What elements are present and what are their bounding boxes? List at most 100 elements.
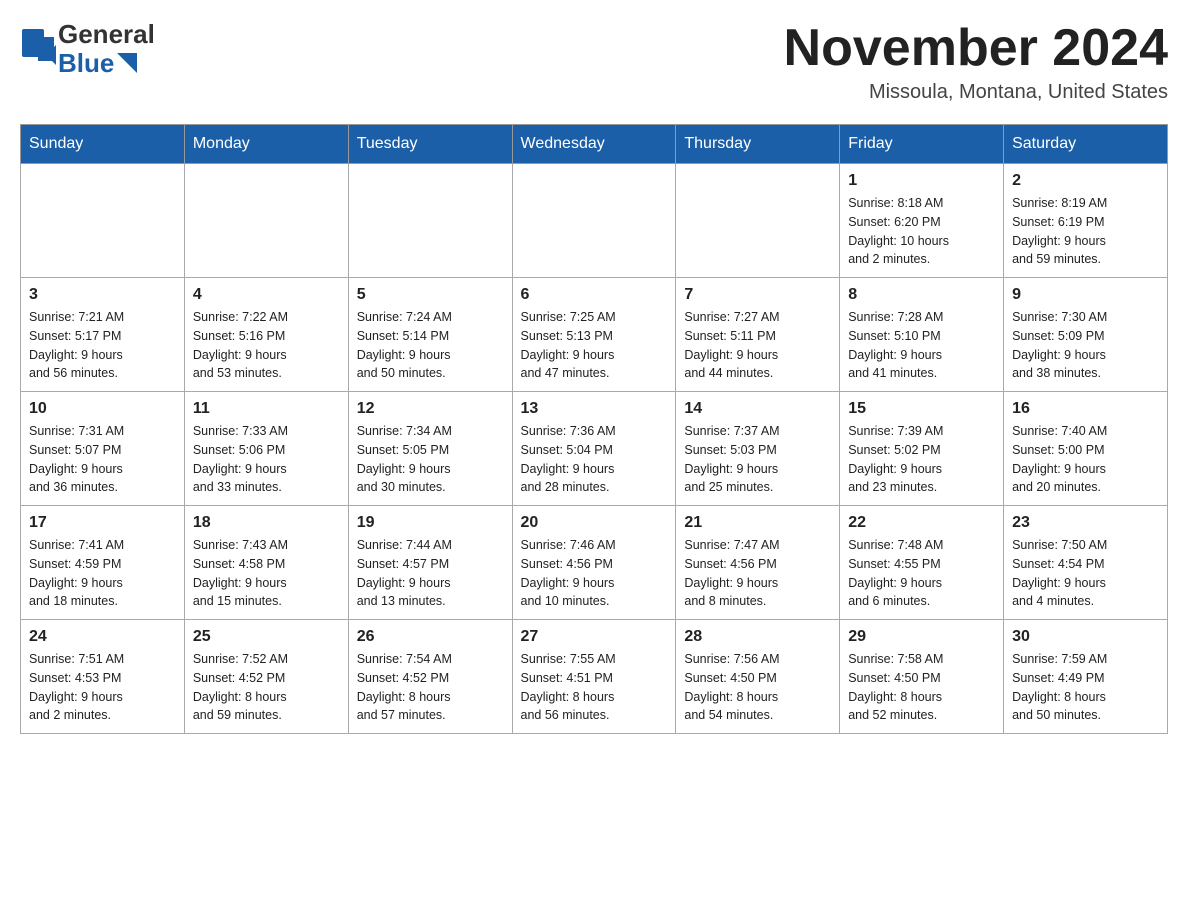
calendar-cell: 19Sunrise: 7:44 AM Sunset: 4:57 PM Dayli…: [348, 506, 512, 620]
calendar-cell: [184, 164, 348, 278]
day-info: Sunrise: 7:24 AM Sunset: 5:14 PM Dayligh…: [357, 308, 504, 383]
day-number: 6: [521, 286, 668, 304]
calendar-cell: 6Sunrise: 7:25 AM Sunset: 5:13 PM Daylig…: [512, 278, 676, 392]
calendar-cell: 1Sunrise: 8:18 AM Sunset: 6:20 PM Daylig…: [840, 164, 1004, 278]
day-info: Sunrise: 7:48 AM Sunset: 4:55 PM Dayligh…: [848, 536, 995, 611]
weekday-header-sunday: Sunday: [21, 125, 185, 164]
day-number: 18: [193, 514, 340, 532]
day-number: 10: [29, 400, 176, 418]
calendar-cell: 2 Sunrise: 8:19 AM Sunset: 6:19 PM Daylig…: [1004, 164, 1168, 278]
calendar-week-row: 10 Sunrise: 7:31 AM Sunset: 5:07 PM Dayli…: [21, 392, 1168, 506]
calendar-week-row: 3Sunrise: 7:21 AM Sunset: 5:17 PM Daylig…: [21, 278, 1168, 392]
weekday-header-tuesday: Tuesday: [348, 125, 512, 164]
day-info: Sunrise: 7:21 AM Sunset: 5:17 PM Dayligh…: [29, 308, 176, 383]
calendar-cell: 5 Sunrise: 7:24 AM Sunset: 5:14 PM Daylig…: [348, 278, 512, 392]
calendar-cell: 22 Sunrise: 7:48 AM Sunset: 4:55 PM Dayli…: [840, 506, 1004, 620]
day-number: 25: [193, 628, 340, 646]
day-info: Sunrise: 7:44 AM Sunset: 4:57 PM Dayligh…: [357, 536, 504, 611]
calendar-cell: 4Sunrise: 7:22 AM Sunset: 5:16 PM Daylig…: [184, 278, 348, 392]
calendar-cell: [21, 164, 185, 278]
weekday-header-monday: Monday: [184, 125, 348, 164]
calendar-cell: 18 Sunrise: 7:43 AM Sunset: 4:58 PM Dayli…: [184, 506, 348, 620]
day-info: Sunrise: 7:54 AM Sunset: 4:52 PM Dayligh…: [357, 650, 504, 725]
day-info: Sunrise: 7:56 AM Sunset: 4:50 PM Dayligh…: [684, 650, 831, 725]
logo-icon: [20, 27, 56, 71]
day-number: 7: [684, 286, 831, 304]
day-info: Sunrise: 7:36 AM Sunset: 5:04 PM Dayligh…: [521, 422, 668, 497]
day-number: 28: [684, 628, 831, 646]
day-info: Sunrise: 7:46 AM Sunset: 4:56 PM Dayligh…: [521, 536, 668, 611]
weekday-header-saturday: Saturday: [1004, 125, 1168, 164]
day-number: 5: [357, 286, 504, 304]
calendar-cell: [676, 164, 840, 278]
day-number: 16: [1012, 400, 1159, 418]
weekday-header-thursday: Thursday: [676, 125, 840, 164]
day-info: Sunrise: 7:43 AM Sunset: 4:58 PM Dayligh…: [193, 536, 340, 611]
logo-arrow-icon: [117, 53, 137, 73]
logo: General Blue: [20, 20, 155, 77]
weekday-header-friday: Friday: [840, 125, 1004, 164]
calendar-table: SundayMondayTuesdayWednesdayThursdayFrid…: [20, 124, 1168, 734]
calendar-cell: 8Sunrise: 7:28 AM Sunset: 5:10 PM Daylig…: [840, 278, 1004, 392]
calendar-cell: 10 Sunrise: 7:31 AM Sunset: 5:07 PM Dayli…: [21, 392, 185, 506]
calendar-cell: 26 Sunrise: 7:54 AM Sunset: 4:52 PM Dayli…: [348, 620, 512, 734]
day-info: Sunrise: 7:31 AM Sunset: 5:07 PM Dayligh…: [29, 422, 176, 497]
calendar-cell: 16 Sunrise: 7:40 AM Sunset: 5:00 PM Dayli…: [1004, 392, 1168, 506]
day-info: Sunrise: 7:22 AM Sunset: 5:16 PM Dayligh…: [193, 308, 340, 383]
calendar-cell: 15 Sunrise: 7:39 AM Sunset: 5:02 PM Dayli…: [840, 392, 1004, 506]
calendar-cell: 30Sunrise: 7:59 AM Sunset: 4:49 PM Dayli…: [1004, 620, 1168, 734]
day-info: Sunrise: 7:37 AM Sunset: 5:03 PM Dayligh…: [684, 422, 831, 497]
day-info: Sunrise: 7:30 AM Sunset: 5:09 PM Dayligh…: [1012, 308, 1159, 383]
day-number: 17: [29, 514, 176, 532]
calendar-cell: 3Sunrise: 7:21 AM Sunset: 5:17 PM Daylig…: [21, 278, 185, 392]
day-info: Sunrise: 7:34 AM Sunset: 5:05 PM Dayligh…: [357, 422, 504, 497]
calendar-cell: 24Sunrise: 7:51 AM Sunset: 4:53 PM Dayli…: [21, 620, 185, 734]
calendar-cell: 20Sunrise: 7:46 AM Sunset: 4:56 PM Dayli…: [512, 506, 676, 620]
calendar-week-row: 24Sunrise: 7:51 AM Sunset: 4:53 PM Dayli…: [21, 620, 1168, 734]
day-number: 13: [521, 400, 668, 418]
day-number: 23: [1012, 514, 1159, 532]
day-info: Sunrise: 7:39 AM Sunset: 5:02 PM Dayligh…: [848, 422, 995, 497]
day-info: Sunrise: 7:40 AM Sunset: 5:00 PM Dayligh…: [1012, 422, 1159, 497]
title-section: November 2024 Missoula, Montana, United …: [784, 20, 1168, 104]
calendar-cell: 25 Sunrise: 7:52 AM Sunset: 4:52 PM Dayli…: [184, 620, 348, 734]
calendar-cell: 14 Sunrise: 7:37 AM Sunset: 5:03 PM Dayli…: [676, 392, 840, 506]
day-info: Sunrise: 7:52 AM Sunset: 4:52 PM Dayligh…: [193, 650, 340, 725]
day-number: 12: [357, 400, 504, 418]
logo-blue-text: Blue: [58, 49, 155, 78]
day-info: Sunrise: 7:59 AM Sunset: 4:49 PM Dayligh…: [1012, 650, 1159, 725]
page-header: General Blue November 2024 Missoula, Mon…: [20, 20, 1168, 104]
calendar-cell: 23 Sunrise: 7:50 AM Sunset: 4:54 PM Dayli…: [1004, 506, 1168, 620]
calendar-cell: 13 Sunrise: 7:36 AM Sunset: 5:04 PM Dayli…: [512, 392, 676, 506]
calendar-cell: 11Sunrise: 7:33 AM Sunset: 5:06 PM Dayli…: [184, 392, 348, 506]
day-info: Sunrise: 8:18 AM Sunset: 6:20 PM Dayligh…: [848, 194, 995, 269]
day-number: 11: [193, 400, 340, 418]
day-number: 26: [357, 628, 504, 646]
weekday-header-row: SundayMondayTuesdayWednesdayThursdayFrid…: [21, 125, 1168, 164]
calendar-cell: 27Sunrise: 7:55 AM Sunset: 4:51 PM Dayli…: [512, 620, 676, 734]
day-info: Sunrise: 7:47 AM Sunset: 4:56 PM Dayligh…: [684, 536, 831, 611]
day-info: Sunrise: 8:19 AM Sunset: 6:19 PM Dayligh…: [1012, 194, 1159, 269]
day-number: 15: [848, 400, 995, 418]
day-number: 9: [1012, 286, 1159, 304]
calendar-cell: 17 Sunrise: 7:41 AM Sunset: 4:59 PM Dayli…: [21, 506, 185, 620]
day-number: 2: [1012, 172, 1159, 190]
calendar-week-row: 1Sunrise: 8:18 AM Sunset: 6:20 PM Daylig…: [21, 164, 1168, 278]
day-number: 14: [684, 400, 831, 418]
calendar-cell: 7Sunrise: 7:27 AM Sunset: 5:11 PM Daylig…: [676, 278, 840, 392]
day-number: 24: [29, 628, 176, 646]
calendar-cell: 29Sunrise: 7:58 AM Sunset: 4:50 PM Dayli…: [840, 620, 1004, 734]
location-text: Missoula, Montana, United States: [784, 81, 1168, 104]
day-info: Sunrise: 7:55 AM Sunset: 4:51 PM Dayligh…: [521, 650, 668, 725]
calendar-cell: [348, 164, 512, 278]
day-number: 22: [848, 514, 995, 532]
day-number: 21: [684, 514, 831, 532]
calendar-cell: [512, 164, 676, 278]
day-info: Sunrise: 7:28 AM Sunset: 5:10 PM Dayligh…: [848, 308, 995, 383]
calendar-cell: 28 Sunrise: 7:56 AM Sunset: 4:50 PM Dayli…: [676, 620, 840, 734]
weekday-header-wednesday: Wednesday: [512, 125, 676, 164]
month-title: November 2024: [784, 20, 1168, 77]
day-info: Sunrise: 7:41 AM Sunset: 4:59 PM Dayligh…: [29, 536, 176, 611]
day-info: Sunrise: 7:50 AM Sunset: 4:54 PM Dayligh…: [1012, 536, 1159, 611]
calendar-cell: 12 Sunrise: 7:34 AM Sunset: 5:05 PM Dayli…: [348, 392, 512, 506]
